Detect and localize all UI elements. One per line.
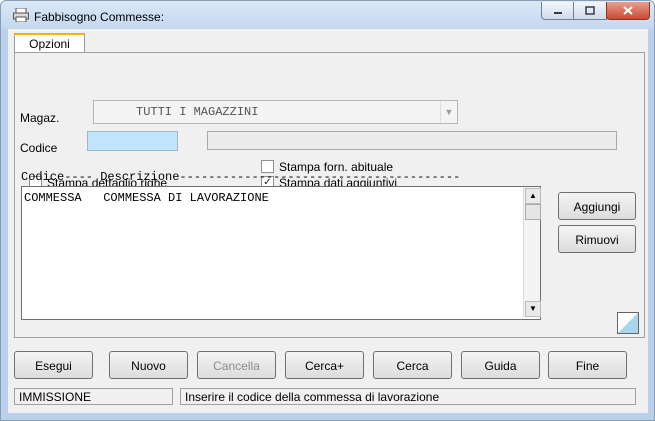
descrizione-field [207,131,617,150]
status-message: Inserire il codice della commessa di lav… [180,388,636,405]
scroll-up-icon[interactable]: ▲ [525,188,541,204]
tab-opzioni[interactable]: Opzioni [14,33,85,53]
close-button[interactable] [606,2,650,20]
window-title: Fabbisogno Commesse: [34,10,165,24]
title-bar: Fabbisogno Commesse: [1,1,654,29]
magaz-label: Magaz. [20,111,60,125]
scroll-thumb[interactable] [525,204,541,220]
app-window: Fabbisogno Commesse: Opzioni Magaz. TUTT… [0,0,655,421]
chevron-down-icon[interactable]: ▼ [440,101,457,123]
esegui-button[interactable]: Esegui [14,351,93,379]
list-item[interactable]: COMMESSA COMMESSA DI LAVORAZIONE [24,191,269,205]
status-mode: IMMISSIONE [14,388,173,405]
rimuovi-button[interactable]: Rimuovi [558,225,636,253]
fine-button[interactable]: Fine [548,351,627,379]
codice-label: Codice [20,141,58,155]
codice-input[interactable] [87,131,178,151]
minimize-button[interactable] [541,2,575,20]
scroll-down-icon[interactable]: ▼ [525,301,541,317]
maximize-button[interactable] [573,2,607,20]
client-area: Opzioni Magaz. TUTTI I MAGAZZINI ▼ Codic… [8,29,648,413]
minimize-icon [554,11,562,14]
cerca-plus-button[interactable]: Cerca+ [285,351,364,379]
cerca-button[interactable]: Cerca [373,351,452,379]
cancella-button[interactable]: Cancella [197,351,276,379]
list-header: Codice---- Descrizione------------------… [21,170,461,184]
commesse-list[interactable]: COMMESSA COMMESSA DI LAVORAZIONE ▲ ▼ [21,186,541,320]
aggiungi-button[interactable]: Aggiungi [558,192,636,220]
vertical-scrollbar[interactable]: ▲ ▼ [523,187,541,317]
magaz-value: TUTTI I MAGAZZINI [136,105,259,119]
nuovo-button[interactable]: Nuovo [109,351,188,379]
close-icon [623,6,633,15]
resize-corner-icon [617,312,639,334]
magaz-select[interactable]: TUTTI I MAGAZZINI ▼ [93,100,458,124]
printer-icon [13,8,29,22]
maximize-icon [585,6,595,15]
guida-button[interactable]: Guida [461,351,540,379]
